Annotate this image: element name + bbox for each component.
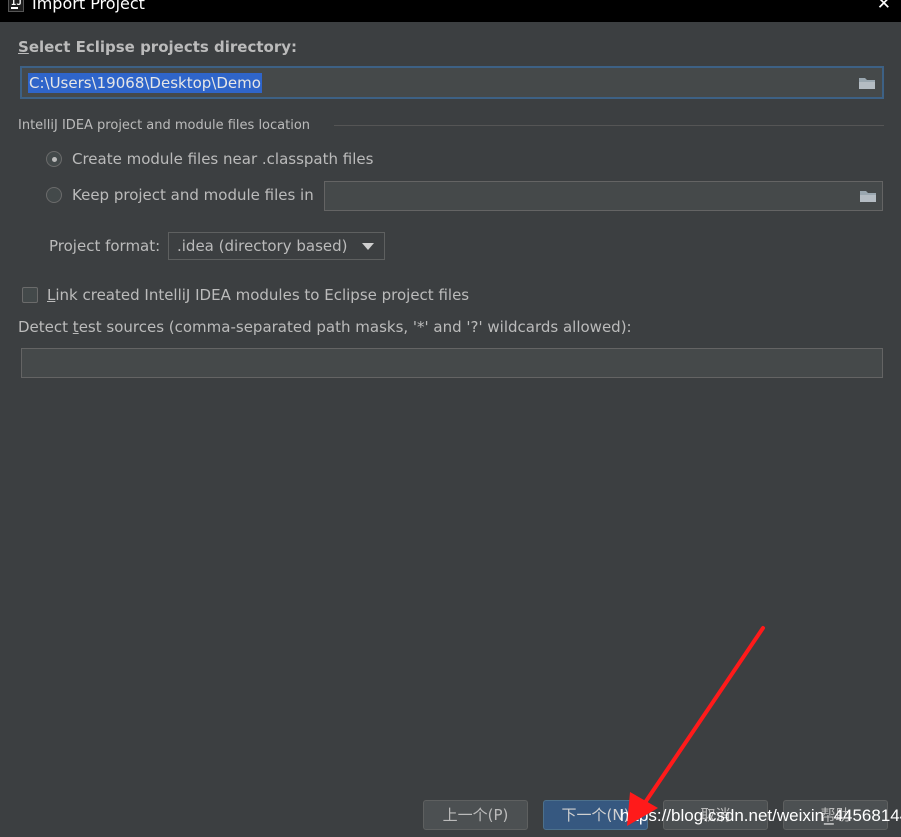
red-arrow-annotation [627,626,765,826]
